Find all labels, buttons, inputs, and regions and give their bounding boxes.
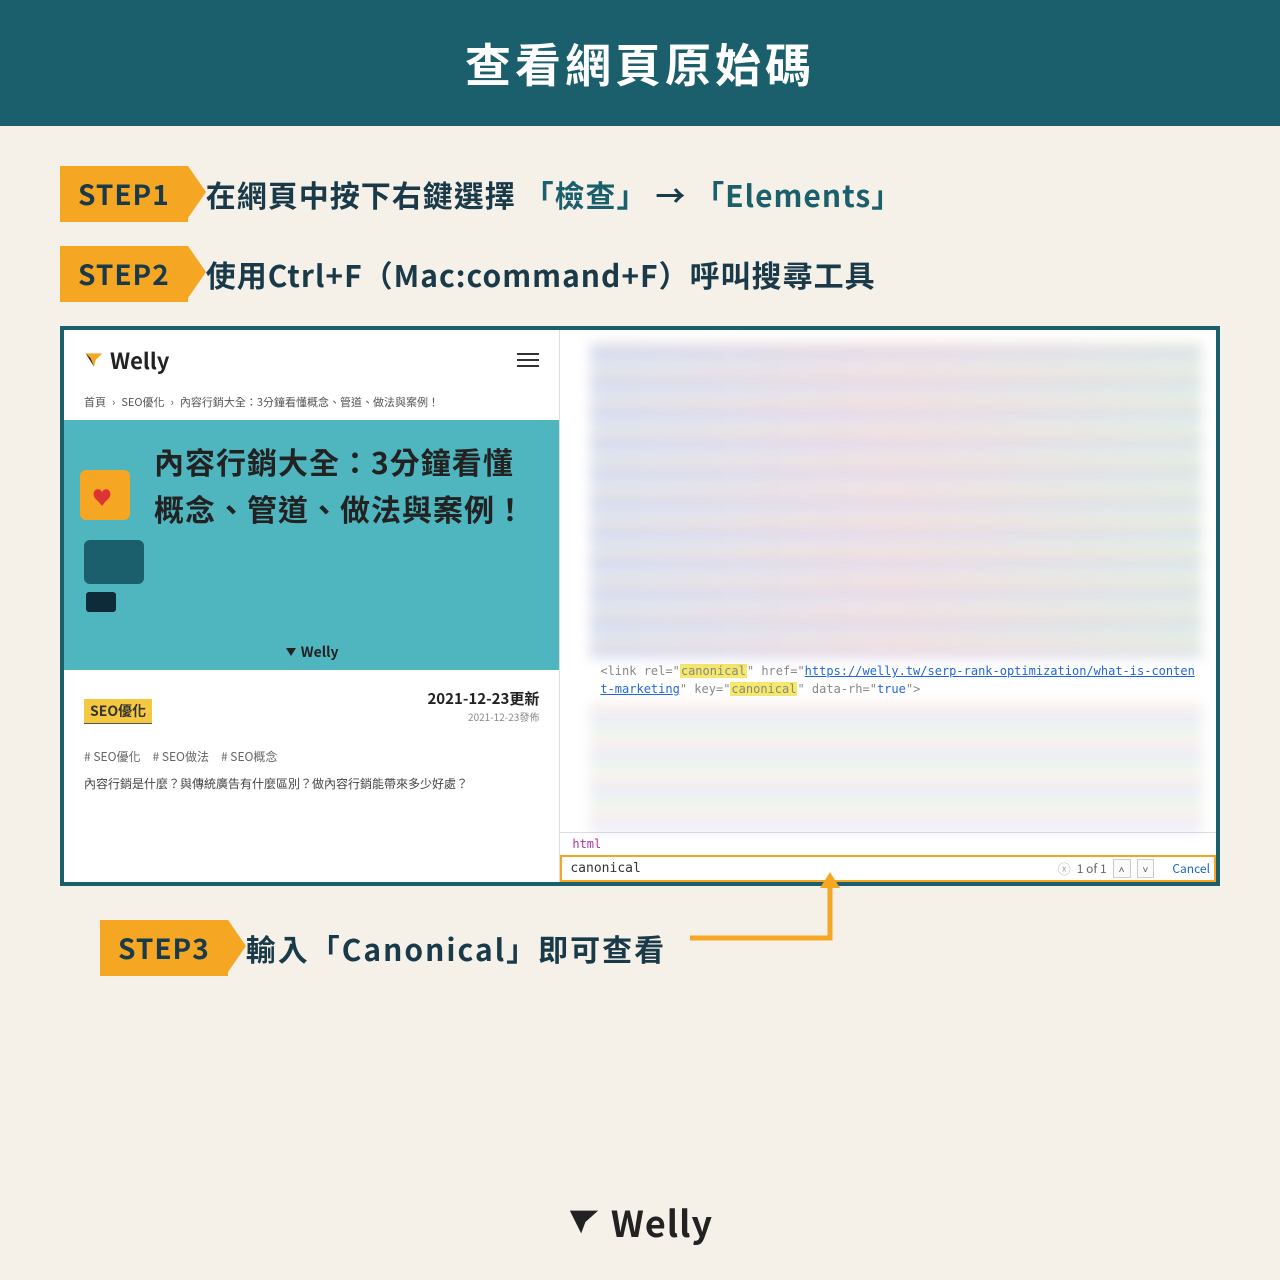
mobile-brand[interactable]: Welly (84, 344, 169, 376)
mobile-header: Welly (64, 330, 559, 386)
next-match-button[interactable]: ˅ (1137, 859, 1155, 878)
search-input[interactable]: canonical (570, 861, 1051, 876)
step-2-text: 使用Ctrl+F（Mac:command+F）呼叫搜尋工具 (206, 252, 876, 296)
article-tags: # SEO優化 # SEO做法 # SEO概念 (64, 730, 559, 769)
blurred-code-bottom (590, 702, 1202, 832)
seo-badge[interactable]: SEO優化 (84, 699, 152, 724)
step-3-row: STEP3 輸入「Canonical」即可查看 (100, 920, 1280, 976)
search-count: 1 of 1 (1077, 860, 1107, 877)
date-published: 2021-12-23發佈 (427, 709, 539, 724)
html-crumb[interactable]: html (560, 832, 1216, 855)
mobile-preview: Welly 首頁› SEO優化› 內容行銷大全：3分鐘看懂概念、管道、做法與案例… (64, 330, 559, 882)
meta-row: SEO優化 2021-12-23更新 2021-12-23發佈 (64, 670, 559, 730)
hero-banner: ♥ 內容行銷大全：3分鐘看懂概念、管道、做法與案例！ Welly (64, 420, 559, 670)
step-2-tag: STEP2 (60, 246, 188, 302)
page-title-banner: 查看網頁原始碼 (0, 0, 1280, 126)
step-1-tag: STEP1 (60, 166, 188, 222)
page-title: 查看網頁原始碼 (465, 30, 815, 96)
step-2-row: STEP2 使用Ctrl+F（Mac:command+F）呼叫搜尋工具 (60, 246, 1220, 302)
blurred-code-top (590, 342, 1202, 658)
breadcrumb: 首頁› SEO優化› 內容行銷大全：3分鐘看懂概念、管道、做法與案例！ (64, 386, 559, 420)
step-3-text: 輸入「Canonical」即可查看 (246, 926, 666, 970)
devtools-search-bar: canonical ⓧ 1 of 1 ˄ ˅ Cancel (560, 855, 1216, 882)
footer-brand: Welly (0, 1196, 1280, 1248)
welly-logo-icon (285, 646, 297, 658)
step-1-text: 在網頁中按下右鍵選擇 「檢查」 → 「Elements」 (206, 172, 902, 216)
article-desc: 內容行銷是什麼？與傳統廣告有什麼區別？做內容行銷能帶來多少好處？ (64, 769, 559, 798)
welly-logo-icon (84, 350, 104, 370)
cancel-button[interactable]: Cancel (1172, 860, 1210, 877)
heart-icon: ♥ (92, 482, 112, 511)
step-1-row: STEP1 在網頁中按下右鍵選擇 「檢查」 → 「Elements」 (60, 166, 1220, 222)
canonical-code-line: <link rel="canonical" href="https://well… (560, 658, 1216, 702)
welly-logo-icon (567, 1205, 601, 1239)
clear-icon[interactable]: ⓧ (1058, 859, 1071, 878)
article-title: 內容行銷大全：3分鐘看懂概念、管道、做法與案例！ (154, 438, 541, 531)
hero-brand: Welly (64, 642, 559, 662)
screenshot-frame: Welly 首頁› SEO優化› 內容行銷大全：3分鐘看懂概念、管道、做法與案例… (60, 326, 1220, 886)
date-updated: 2021-12-23更新 (427, 688, 539, 709)
step-3-tag: STEP3 (100, 920, 228, 976)
steps-section: STEP1 在網頁中按下右鍵選擇 「檢查」 → 「Elements」 STEP2… (0, 126, 1280, 302)
devtools-panel: <link rel="canonical" href="https://well… (559, 330, 1216, 882)
prev-match-button[interactable]: ˄ (1113, 859, 1131, 878)
hamburger-icon[interactable] (517, 353, 539, 367)
